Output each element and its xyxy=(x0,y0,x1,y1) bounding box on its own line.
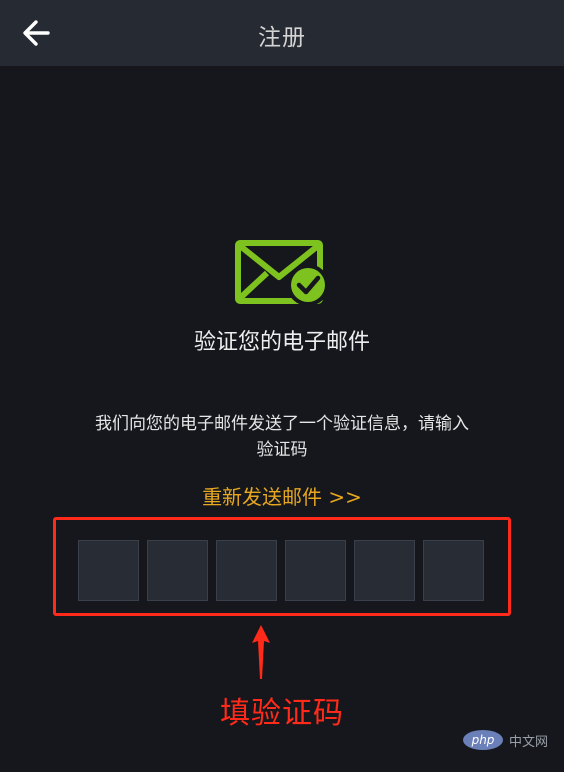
code-input-4[interactable] xyxy=(285,540,346,601)
code-input-1[interactable] xyxy=(78,540,139,601)
watermark-site-text: 中文网 xyxy=(509,734,549,750)
arrow-up-icon xyxy=(252,625,270,679)
code-input-5[interactable] xyxy=(354,540,415,601)
resend-email-link[interactable]: 重新发送邮件 >> xyxy=(0,481,564,510)
verify-heading: 验证您的电子邮件 xyxy=(193,330,370,355)
code-input-6[interactable] xyxy=(423,540,484,601)
code-input-2[interactable] xyxy=(147,540,208,601)
description-line-1: 我们向您的电子邮件发送了一个验证信息，请输入 xyxy=(95,414,469,434)
annotation-label: 填验证码 xyxy=(220,696,344,731)
verify-description: 我们向您的电子邮件发送了一个验证信息，请输入 验证码 xyxy=(0,411,564,463)
code-input-3[interactable] xyxy=(216,540,277,601)
php-logo: php xyxy=(463,730,503,750)
mail-check-icon xyxy=(235,240,329,306)
watermark: php 中文网 xyxy=(463,729,548,751)
app-header: 注册 xyxy=(0,0,564,66)
resend-email-label: 重新发送邮件 >> xyxy=(202,485,362,509)
description-line-2: 验证码 xyxy=(256,440,308,460)
page-title: 注册 xyxy=(258,25,306,51)
